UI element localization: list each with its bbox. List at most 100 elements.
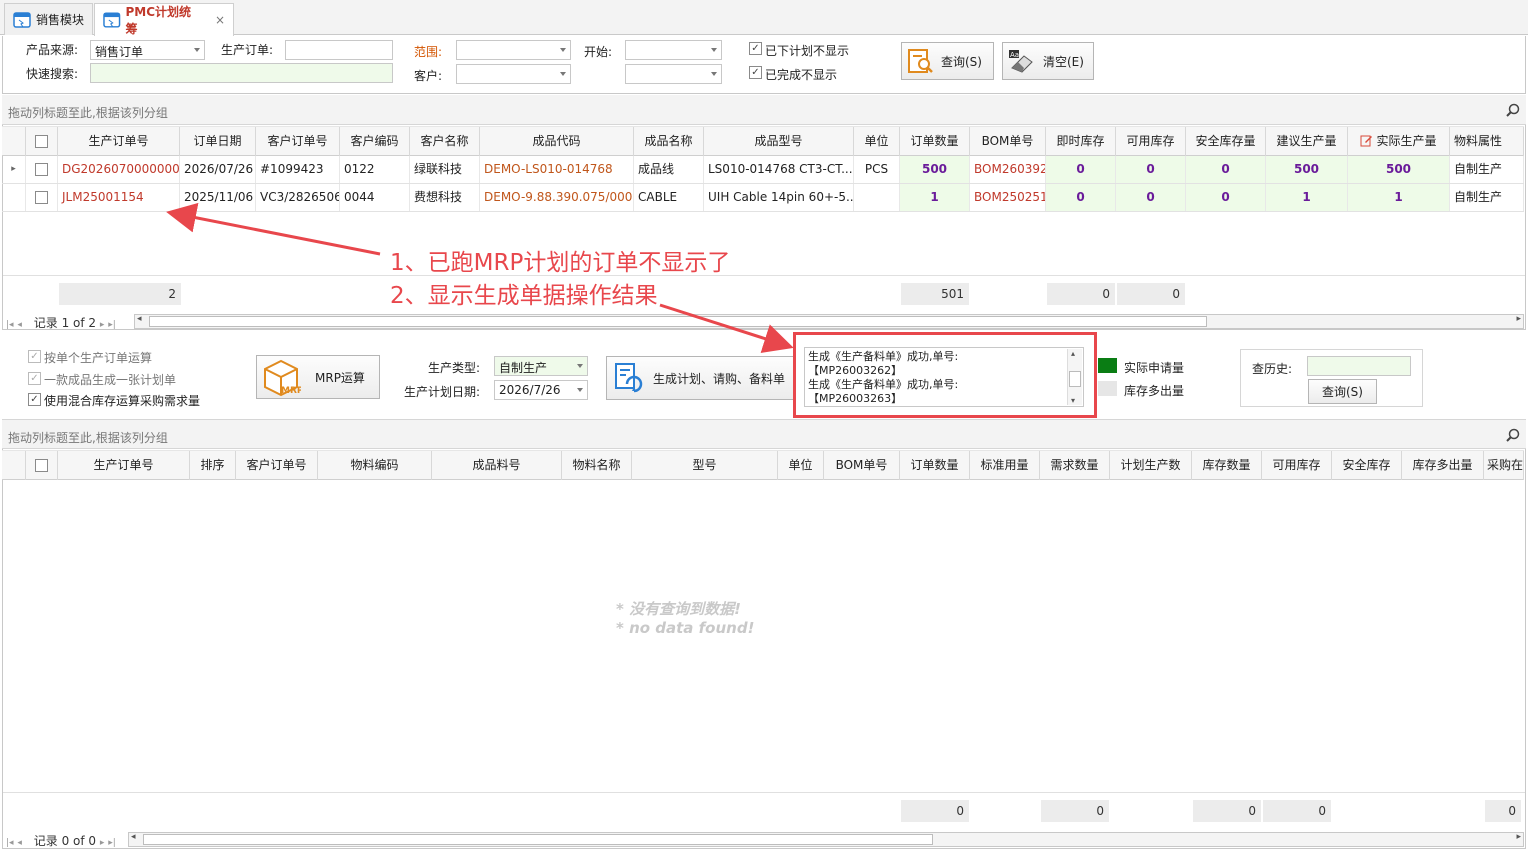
generate-orders-button[interactable]: 生成计划、请购、备料单 xyxy=(606,356,796,400)
plan-date-select[interactable]: 2026/7/26 xyxy=(494,380,588,400)
scroll-left-icon[interactable]: ◂ xyxy=(137,314,142,324)
col-header[interactable]: 物料属性 xyxy=(1450,127,1524,156)
row-checkbox[interactable] xyxy=(35,191,48,204)
mixed-stock-checkbox[interactable]: ✓ xyxy=(28,393,41,406)
bom-no[interactable]: BOM250251 xyxy=(970,184,1046,211)
order-input[interactable] xyxy=(285,40,393,60)
col-header[interactable]: 采购在 xyxy=(1484,451,1524,480)
col-header[interactable]: BOM单号 xyxy=(970,127,1046,156)
product-code[interactable]: DEMO-9.88.390.075/0003 xyxy=(480,184,634,211)
col-header[interactable]: 计划生产数 xyxy=(1110,451,1192,480)
col-header[interactable]: 安全库存量 xyxy=(1186,127,1266,156)
actual-qty[interactable]: 1 xyxy=(1348,184,1450,211)
col-header[interactable]: 成品代码 xyxy=(480,127,634,156)
col-header[interactable]: BOM单号 xyxy=(824,451,900,480)
table-row[interactable]: ▸ DG20260700000003 2026/07/26 #1099423 0… xyxy=(2,156,1524,184)
col-header[interactable]: 可用库存 xyxy=(1116,127,1186,156)
col-header[interactable]: 成品名称 xyxy=(634,127,704,156)
customer-label: 客户: xyxy=(414,69,443,83)
col-header[interactable]: 客户编码 xyxy=(340,127,410,156)
history-query-button[interactable]: 查询(S) xyxy=(1308,379,1377,404)
select-all-checkbox[interactable] xyxy=(35,459,48,472)
scroll-down-icon[interactable]: ▾ xyxy=(1071,396,1075,405)
col-header[interactable]: 库存数量 xyxy=(1192,451,1262,480)
col-header-actual[interactable]: 实际生产量 xyxy=(1348,127,1450,156)
history-input[interactable] xyxy=(1307,356,1411,376)
scroll-left-icon[interactable]: ◂ xyxy=(131,832,136,842)
col-header[interactable]: 物料名称 xyxy=(562,451,632,480)
result-log[interactable]: 生成《生产备料单》成功,单号: 【MP26003262】 生成《生产备料单》成功… xyxy=(804,347,1084,407)
col-header[interactable]: 即时库存 xyxy=(1046,127,1116,156)
scroll-right-icon[interactable]: ▸ xyxy=(1516,832,1521,842)
product-code[interactable]: DEMO-LS010-014768 xyxy=(480,156,634,183)
col-header[interactable]: 排序 xyxy=(190,451,236,480)
select-all-checkbox[interactable] xyxy=(35,135,48,148)
group-by-bar[interactable]: 拖动列标题至此,根据该列分组 xyxy=(2,95,1526,125)
first-record-icon[interactable]: |◂ xyxy=(6,838,14,848)
top-horizontal-scrollbar[interactable]: ◂ ▸ xyxy=(134,314,1524,329)
quick-search-input[interactable] xyxy=(90,63,393,83)
col-header[interactable]: 订单数量 xyxy=(900,451,970,480)
order-no[interactable]: DG20260700000003 xyxy=(58,156,180,183)
table-row[interactable]: JLM25001154 2025/11/06 VC3/2826506 0044 … xyxy=(2,184,1524,212)
col-header[interactable]: 安全库存 xyxy=(1332,451,1402,480)
col-header[interactable]: 标准用量 xyxy=(970,451,1040,480)
row-checkbox[interactable] xyxy=(35,163,48,176)
mrp-run-button[interactable]: MRP MRP运算 xyxy=(256,355,380,399)
scroll-up-icon[interactable]: ▴ xyxy=(1071,349,1075,358)
scroll-right-icon[interactable]: ▸ xyxy=(1516,314,1521,324)
next-record-icon[interactable]: ▸ xyxy=(100,838,105,848)
summary-stock: 0 xyxy=(1047,283,1115,305)
col-header[interactable]: 型号 xyxy=(632,451,778,480)
tab-sales-module[interactable]: 销售模块 xyxy=(4,3,93,35)
last-record-icon[interactable]: ▸| xyxy=(108,320,116,330)
prev-record-icon[interactable]: ◂ xyxy=(17,320,22,330)
group-by-bar[interactable]: 拖动列标题至此,根据该列分组 xyxy=(2,419,1526,449)
col-header[interactable]: 可用库存 xyxy=(1262,451,1332,480)
col-header[interactable]: 成品型号 xyxy=(704,127,854,156)
prod-type-select[interactable]: 自制生产 xyxy=(494,356,588,376)
search-icon[interactable] xyxy=(1506,103,1520,117)
range-select[interactable] xyxy=(456,40,571,60)
scroll-thumb[interactable] xyxy=(1069,371,1081,387)
order-no[interactable]: JLM25001154 xyxy=(58,184,180,211)
query-button[interactable]: 查询(S) xyxy=(901,42,994,80)
scroll-thumb[interactable] xyxy=(143,834,933,845)
clear-button[interactable]: Aa 清空(E) xyxy=(1002,42,1094,80)
bom-no[interactable]: BOM260392 xyxy=(970,156,1046,183)
single-order-checkbox[interactable]: ✓ xyxy=(28,350,41,363)
source-select[interactable]: 销售订单 xyxy=(90,40,205,60)
tab-pmc-plan[interactable]: PMC计划统筹 × xyxy=(94,3,234,36)
next-record-icon[interactable]: ▸ xyxy=(100,320,105,330)
col-header[interactable]: 物料编码 xyxy=(318,451,432,480)
end-date-select[interactable] xyxy=(625,64,722,84)
col-header[interactable]: 建议生产量 xyxy=(1266,127,1348,156)
col-header[interactable]: 成品料号 xyxy=(432,451,562,480)
col-header[interactable]: 单位 xyxy=(778,451,824,480)
customer-select[interactable] xyxy=(456,64,571,84)
col-header[interactable]: 订单数量 xyxy=(900,127,970,156)
result-scrollbar[interactable]: ▴ ▾ xyxy=(1067,349,1082,405)
prev-record-icon[interactable]: ◂ xyxy=(17,838,22,848)
bottom-horizontal-scrollbar[interactable]: ◂ ▸ xyxy=(128,832,1524,847)
close-icon[interactable]: × xyxy=(215,13,225,27)
scroll-thumb[interactable] xyxy=(149,316,1207,327)
first-record-icon[interactable]: |◂ xyxy=(6,320,14,330)
col-header[interactable]: 客户订单号 xyxy=(256,127,340,156)
last-record-icon[interactable]: ▸| xyxy=(108,838,116,848)
col-header[interactable]: 库存多出量 xyxy=(1402,451,1484,480)
col-header[interactable]: 生产订单号 xyxy=(58,127,180,156)
col-header[interactable]: 生产订单号 xyxy=(58,451,190,480)
col-header[interactable]: 单位 xyxy=(854,127,900,156)
actual-qty[interactable]: 500 xyxy=(1348,156,1450,183)
hide-planned-checkbox[interactable]: ✓ xyxy=(749,42,762,55)
one-plan-checkbox[interactable]: ✓ xyxy=(28,372,41,385)
search-icon[interactable] xyxy=(1506,428,1520,442)
col-header[interactable]: 客户名称 xyxy=(410,127,480,156)
customer-order-no: #1099423 xyxy=(256,156,340,183)
col-header[interactable]: 客户订单号 xyxy=(236,451,318,480)
start-date-select[interactable] xyxy=(625,40,722,60)
hide-done-checkbox[interactable]: ✓ xyxy=(749,66,762,79)
col-header[interactable]: 需求数量 xyxy=(1040,451,1110,480)
col-header[interactable]: 订单日期 xyxy=(180,127,256,156)
